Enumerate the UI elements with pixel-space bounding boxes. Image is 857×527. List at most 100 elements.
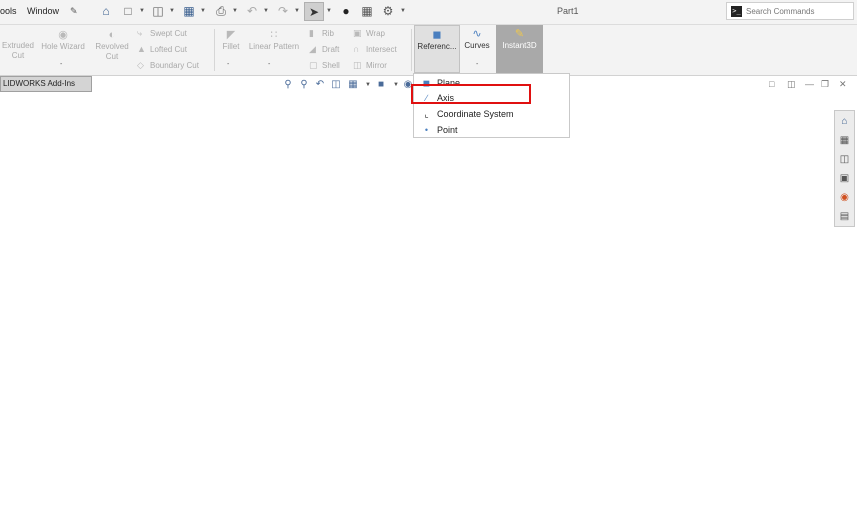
mirror-label: Mirror (366, 61, 387, 70)
hole-wizard-label: Hole Wizard (41, 42, 85, 51)
traffic-light-icon[interactable]: ● (339, 4, 353, 18)
ribbon-separator (411, 29, 412, 71)
reference-geometry-icon: ◼ (432, 29, 442, 41)
lofted-cut-button[interactable]: ▲ Lofted Cut (137, 44, 187, 54)
ribbon-separator (214, 29, 215, 71)
redo-icon[interactable]: ↷ (276, 4, 290, 18)
linear-pattern-button[interactable]: ∷ Linear Pattern (245, 29, 303, 52)
instant3d-button[interactable]: ✎ Instant3D (496, 25, 543, 73)
swept-cut-button[interactable]: ⤷ Swept Cut (137, 28, 187, 39)
linear-pattern-icon: ∷ (270, 29, 278, 41)
extruded-cut-label-2: Cut (11, 51, 25, 60)
display-style-icon[interactable]: ■ (375, 79, 387, 91)
revolved-cut-label-2: Cut (105, 52, 119, 61)
chevron-down-icon[interactable]: - (227, 61, 229, 68)
intersect-button[interactable]: ∩ Intersect (353, 44, 397, 54)
revolved-cut-button[interactable]: ◐ Revolved Cut (92, 29, 132, 62)
chevron-down-icon[interactable]: - (268, 61, 270, 68)
lofted-cut-icon: ▲ (137, 44, 146, 54)
reference-geometry-label: Referenc... (417, 42, 457, 51)
mirror-button[interactable]: ◫ Mirror (353, 60, 387, 71)
appearances-icon[interactable]: ◉ (838, 191, 851, 204)
intersect-icon: ∩ (353, 44, 360, 54)
open-folder-icon[interactable]: ◫ (151, 4, 165, 18)
maximize-icon[interactable]: ❐ (821, 79, 829, 90)
design-library-icon[interactable]: ▦ (838, 134, 851, 147)
reference-geometry-button[interactable]: ◼ Referenc... (414, 25, 460, 73)
file-explorer-icon[interactable]: ◫ (838, 153, 851, 166)
shell-button[interactable]: ▢ Shell (309, 60, 340, 71)
chevron-down-icon[interactable]: - (60, 61, 62, 68)
wrap-button[interactable]: ▣ Wrap (353, 28, 385, 39)
minimize-icon[interactable]: — (805, 79, 814, 89)
boundary-cut-button[interactable]: ◇ Boundary Cut (137, 60, 199, 71)
hole-wizard-button[interactable]: ◉ Hole Wizard (37, 29, 89, 52)
chevron-down-icon[interactable]: ▼ (390, 79, 402, 91)
chevron-down-icon[interactable]: ▼ (400, 8, 406, 14)
chevron-down-icon[interactable]: ▼ (326, 8, 332, 14)
restore-pane-icon[interactable]: □ (769, 79, 774, 89)
dropdown-item-label: Coordinate System (437, 109, 514, 119)
revolved-cut-label-1: Revolved (95, 42, 129, 51)
search-commands-box[interactable]: >_ (726, 2, 854, 20)
dropdown-item-coordinate-system[interactable]: ⌞ Coordinate System (414, 107, 569, 122)
menu-window[interactable]: Window (27, 6, 59, 16)
menu-tools[interactable]: ools (0, 6, 17, 16)
boundary-cut-icon: ◇ (137, 60, 144, 70)
new-document-icon[interactable]: □ (121, 4, 135, 18)
chevron-down-icon[interactable]: ▼ (263, 8, 269, 14)
home-icon[interactable]: ⌂ (838, 115, 851, 128)
rib-button[interactable]: ▮ Rib (309, 28, 334, 39)
close-icon[interactable]: ✕ (839, 79, 847, 90)
point-icon: • (424, 125, 429, 135)
chevron-down-icon[interactable]: ▼ (232, 8, 238, 14)
command-prompt-icon: >_ (731, 6, 742, 17)
draft-button[interactable]: ◢ Draft (309, 44, 339, 55)
shell-label: Shell (322, 61, 340, 70)
rib-icon: ▮ (309, 28, 314, 38)
custom-properties-icon[interactable]: ▤ (838, 210, 851, 223)
chevron-down-icon[interactable]: ▼ (362, 79, 374, 91)
command-manager-ribbon: Extruded Cut ◉ Hole Wizard - ◐ Revolved … (0, 25, 857, 76)
draft-icon: ◢ (309, 44, 316, 54)
print-icon[interactable]: ⎙ (214, 4, 228, 18)
file-properties-icon[interactable]: ▦ (360, 4, 374, 18)
boundary-cut-label: Boundary Cut (150, 61, 199, 70)
task-pane-tabs: ⌂ ▦ ◫ ▣ ◉ ▤ (834, 110, 855, 227)
curves-icon: ∿ (472, 28, 482, 40)
chevron-down-icon[interactable]: ▼ (139, 8, 145, 14)
search-commands-input[interactable] (746, 5, 850, 17)
pin-icon[interactable]: ✎ (70, 6, 78, 17)
section-view-icon[interactable]: ◫ (330, 79, 342, 91)
fillet-button[interactable]: ◤ Fillet (217, 29, 245, 52)
swept-cut-label: Swept Cut (150, 29, 187, 38)
previous-view-icon[interactable]: ↶ (314, 79, 326, 91)
swept-cut-icon: ⤷ (137, 28, 143, 38)
view-orientation-icon[interactable]: ▦ (347, 79, 359, 91)
lofted-cut-label: Lofted Cut (150, 45, 187, 54)
view-palette-icon[interactable]: ▣ (838, 172, 851, 185)
save-icon[interactable]: ▦ (182, 4, 196, 18)
dropdown-item-point[interactable]: • Point (414, 123, 569, 138)
extruded-cut-label-1: Extruded (1, 41, 35, 50)
chevron-down-icon[interactable]: ▼ (169, 8, 175, 14)
linear-pattern-label: Linear Pattern (248, 42, 300, 51)
tile-pane-icon[interactable]: ◫ (787, 79, 796, 90)
curves-label: Curves (464, 41, 490, 50)
chevron-down-icon[interactable]: ▼ (200, 8, 206, 14)
instant3d-icon: ✎ (514, 28, 525, 40)
select-cursor-icon[interactable]: ➤ (304, 2, 324, 21)
chevron-down-icon[interactable]: ▼ (294, 8, 300, 14)
zoom-to-area-icon[interactable]: ⚲ (298, 79, 310, 91)
options-gear-icon[interactable]: ⚙ (381, 4, 395, 18)
home-icon[interactable]: ⌂ (99, 4, 113, 18)
reference-geometry-dropdown: ◼ Plane ∕ Axis ⌞ Coordinate System • Poi… (413, 73, 570, 138)
chevron-down-icon[interactable]: - (476, 61, 478, 68)
fillet-label: Fillet (222, 42, 240, 51)
mirror-icon: ◫ (353, 60, 362, 70)
undo-icon[interactable]: ↶ (245, 4, 259, 18)
tab-solidworks-addins[interactable]: LIDWORKS Add-Ins (0, 76, 92, 92)
extruded-cut-button[interactable]: Extruded Cut (0, 41, 36, 61)
zoom-to-fit-icon[interactable]: ⚲ (282, 79, 294, 91)
wrap-icon: ▣ (353, 28, 362, 38)
